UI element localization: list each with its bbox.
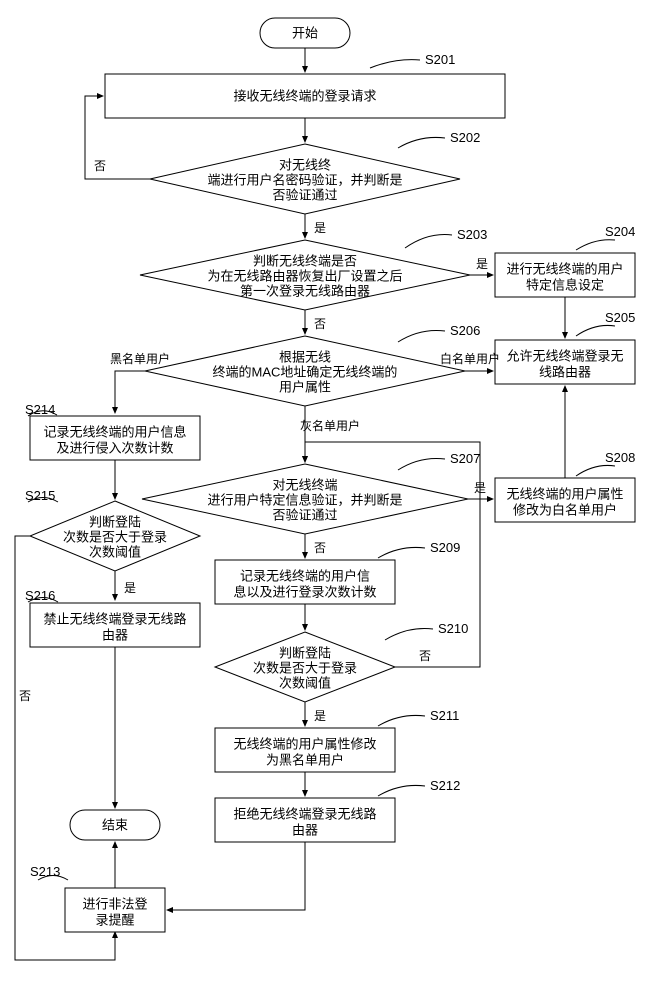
s202-decision: 对无线终 端进行用户名密码验证，并判断是 否验证通过 xyxy=(150,144,460,214)
s203-no: 否 xyxy=(314,317,326,331)
start-terminal: 开始 xyxy=(260,18,350,48)
s216-box: 禁止无线终端登录无线路 由器 xyxy=(30,603,200,647)
s215-decision: 判断登陆 次数是否大于登录 次数阈值 xyxy=(30,501,200,571)
svg-text:线路由器: 线路由器 xyxy=(539,364,591,379)
s212-label: S212 xyxy=(430,778,460,793)
svg-text:息以及进行登录次数计数: 息以及进行登录次数计数 xyxy=(233,584,376,599)
svg-text:对无线终: 对无线终 xyxy=(279,157,331,172)
s203-decision: 判断无线终端是否 为在无线路由器恢复出厂设置之后 第一次登录无线路由器 xyxy=(140,240,470,310)
svg-text:次数阈值: 次数阈值 xyxy=(89,544,141,559)
s214-box: 记录无线终端的用户信息 及进行侵入次数计数 xyxy=(30,416,200,460)
s210-no: 否 xyxy=(419,649,431,663)
s210-label: S210 xyxy=(438,621,468,636)
svg-text:次数阈值: 次数阈值 xyxy=(279,675,331,690)
svg-text:无线终端的用户属性修改: 无线终端的用户属性修改 xyxy=(233,736,376,751)
s205-box: 允许无线终端登录无 线路由器 xyxy=(495,340,635,384)
s206-label: S206 xyxy=(450,323,480,338)
svg-text:判断登陆: 判断登陆 xyxy=(89,514,141,529)
svg-text:记录无线终端的用户信息: 记录无线终端的用户信息 xyxy=(43,424,186,439)
svg-text:否验证通过: 否验证通过 xyxy=(272,187,337,202)
svg-text:由器: 由器 xyxy=(102,627,128,642)
s206-whitelist: 白名单用户 xyxy=(440,351,500,366)
svg-text:录提醒: 录提醒 xyxy=(95,912,134,927)
s207-decision: 对无线终端 进行用户特定信息验证，并判断是 否验证通过 xyxy=(142,464,468,534)
svg-text:进行无线终端的用户: 进行无线终端的用户 xyxy=(506,261,623,276)
s207-label: S207 xyxy=(450,451,480,466)
svg-text:无线终端的用户属性: 无线终端的用户属性 xyxy=(506,486,623,501)
start-label: 开始 xyxy=(292,25,318,40)
s209-label: S209 xyxy=(430,540,460,555)
svg-text:根据无线: 根据无线 xyxy=(279,349,331,364)
s211-box: 无线终端的用户属性修改 为黑名单用户 xyxy=(215,728,395,772)
svg-text:允许无线终端登录无: 允许无线终端登录无 xyxy=(506,348,623,363)
s215-no: 否 xyxy=(19,689,31,703)
s206-blacklist: 黑名单用户 xyxy=(110,351,170,366)
s208-box: 无线终端的用户属性 修改为白名单用户 xyxy=(495,478,635,522)
svg-text:为黑名单用户: 为黑名单用户 xyxy=(266,752,344,767)
s202-label: S202 xyxy=(450,130,480,145)
svg-text:及进行侵入次数计数: 及进行侵入次数计数 xyxy=(56,440,173,455)
s206-decision: 根据无线 终端的MAC地址确定无线终端的 用户属性 xyxy=(145,336,465,406)
end-label: 结束 xyxy=(102,817,128,832)
end-terminal: 结束 xyxy=(70,810,160,840)
s203-label: S203 xyxy=(457,227,487,242)
s204-box: 进行无线终端的用户 特定信息设定 xyxy=(495,253,635,297)
svg-text:次数是否大于登录: 次数是否大于登录 xyxy=(253,660,357,675)
s202-yes: 是 xyxy=(314,221,326,235)
s209-box: 记录无线终端的用户信 息以及进行登录次数计数 xyxy=(215,560,395,604)
svg-text:第一次登录无线路由器: 第一次登录无线路由器 xyxy=(240,283,370,298)
s211-label: S211 xyxy=(430,708,459,723)
s201-box: 接收无线终端的登录请求 xyxy=(105,74,505,118)
svg-text:次数是否大于登录: 次数是否大于登录 xyxy=(63,529,167,544)
s210-yes: 是 xyxy=(314,709,326,723)
s210-decision: 判断登陆 次数是否大于登录 次数阈值 xyxy=(215,632,395,702)
svg-text:为在无线路由器恢复出厂设置之后: 为在无线路由器恢复出厂设置之后 xyxy=(207,268,402,283)
s203-yes: 是 xyxy=(476,257,488,271)
svg-text:否验证通过: 否验证通过 xyxy=(272,507,337,522)
svg-text:禁止无线终端登录无线路: 禁止无线终端登录无线路 xyxy=(43,611,186,626)
s204-label: S204 xyxy=(605,224,635,239)
s213-box: 进行非法登 录提醒 xyxy=(65,888,165,932)
svg-text:进行非法登: 进行非法登 xyxy=(82,896,147,911)
svg-text:用户属性: 用户属性 xyxy=(279,379,331,394)
s212-box: 拒绝无线终端登录无线路 由器 xyxy=(215,798,395,842)
s206-graylist: 灰名单用户 xyxy=(300,418,360,433)
s202-no: 否 xyxy=(94,159,106,173)
s207-no: 否 xyxy=(314,541,326,555)
svg-text:修改为白名单用户: 修改为白名单用户 xyxy=(513,502,617,517)
svg-text:判断登陆: 判断登陆 xyxy=(279,645,331,660)
s201-label: S201 xyxy=(425,52,455,67)
s215-yes: 是 xyxy=(124,581,136,595)
svg-text:拒绝无线终端登录无线路: 拒绝无线终端登录无线路 xyxy=(233,806,376,821)
s205-label: S205 xyxy=(605,310,635,325)
svg-text:终端的MAC地址确定无线终端的: 终端的MAC地址确定无线终端的 xyxy=(213,364,398,379)
svg-text:对无线终端: 对无线终端 xyxy=(272,477,337,492)
s213-label: S213 xyxy=(30,864,60,879)
svg-text:接收无线终端的登录请求: 接收无线终端的登录请求 xyxy=(233,88,376,103)
svg-text:由器: 由器 xyxy=(292,822,318,837)
svg-text:特定信息设定: 特定信息设定 xyxy=(526,277,604,292)
svg-text:进行用户特定信息验证，并判断是: 进行用户特定信息验证，并判断是 xyxy=(207,492,402,507)
s208-label: S208 xyxy=(605,450,635,465)
svg-text:记录无线终端的用户信: 记录无线终端的用户信 xyxy=(240,568,370,583)
svg-text:端进行用户名密码验证，并判断是: 端进行用户名密码验证，并判断是 xyxy=(207,172,402,187)
svg-text:判断无线终端是否: 判断无线终端是否 xyxy=(253,253,357,268)
